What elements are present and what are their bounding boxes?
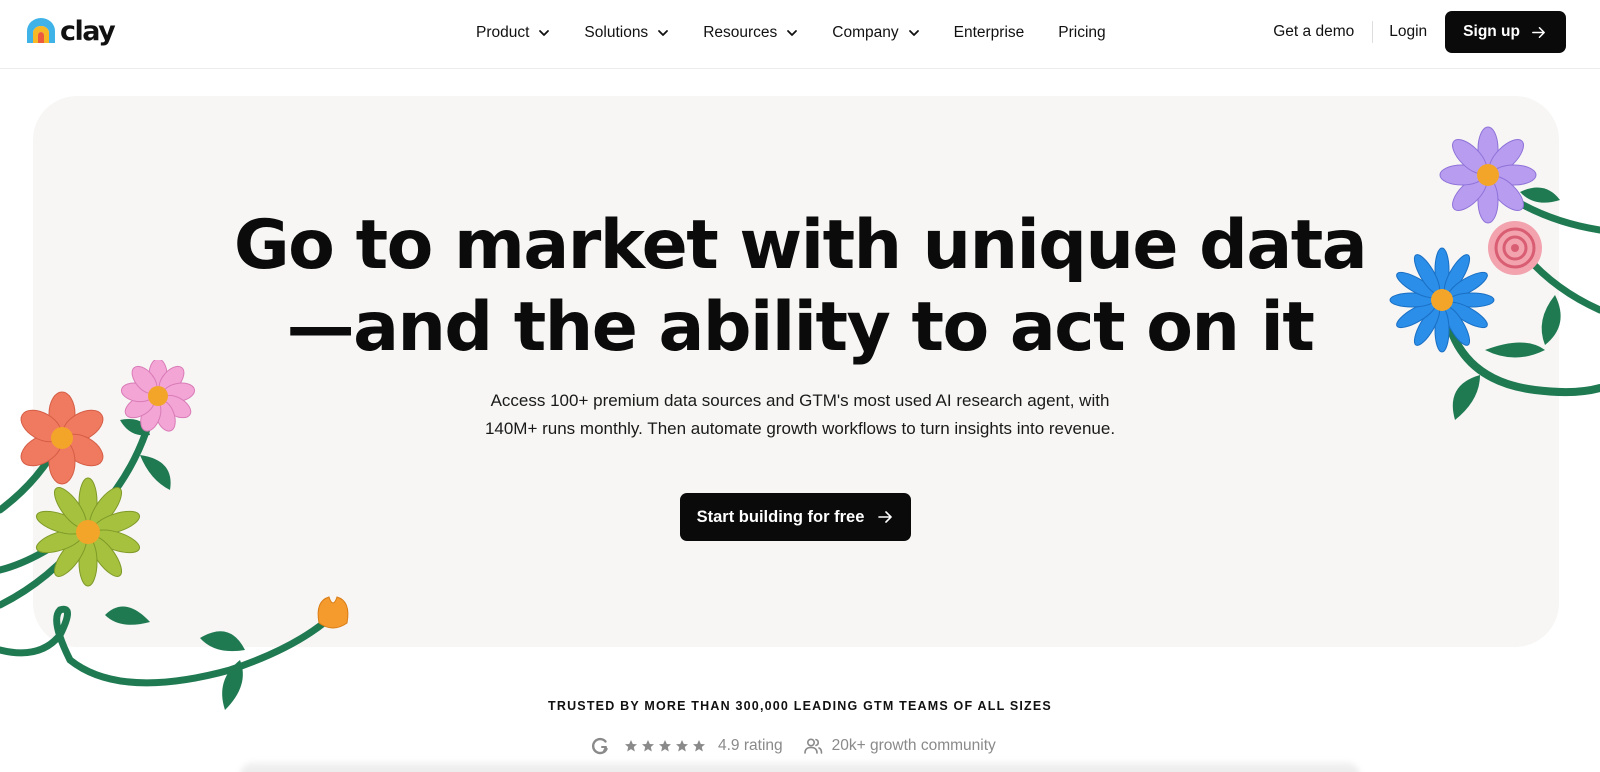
g2-logo-icon [591, 737, 608, 755]
arrow-right-icon [1532, 26, 1545, 38]
star-icon [642, 740, 654, 752]
people-icon [803, 738, 822, 754]
nav-item-product[interactable]: Product [476, 24, 550, 42]
star-icon [659, 740, 671, 752]
hero-subheadline: Access 100+ premium data sources and GTM… [484, 391, 1116, 438]
nav-item-enterprise[interactable]: Enterprise [954, 24, 1025, 42]
chevron-down-icon [658, 30, 669, 36]
arrow-right-icon [878, 511, 893, 523]
nav-item-label: Pricing [1058, 24, 1106, 41]
nav-item-company[interactable]: Company [832, 24, 919, 42]
clay-logo-icon [27, 18, 55, 43]
hero-headline-line-1: Go to market with unique data [233, 206, 1368, 285]
next-section-preview [240, 762, 1360, 772]
trusted-by-heading: TRUSTED BY MORE THAN 300,000 LEADING GTM… [548, 699, 1052, 713]
main-menu: Product Solutions Resources Company Ente… [476, 22, 1140, 44]
nav-item-resources[interactable]: Resources [703, 24, 798, 42]
hero-headline-line-2: —and the ability to act on it [286, 288, 1315, 367]
nav-item-label: Product [476, 24, 530, 41]
nav-item-label: Resources [703, 24, 778, 41]
social-proof-stats: 4.9 rating 20k+ growth community [590, 735, 996, 757]
login-link[interactable]: Login [1389, 23, 1427, 41]
star-icon [625, 740, 637, 752]
start-building-button-label: Start building for free [696, 507, 865, 526]
rating-text: 4.9 rating [718, 737, 783, 754]
signup-button[interactable]: Sign up [1445, 11, 1566, 53]
logo-wordmark: clay [60, 15, 116, 47]
nav-item-label: Solutions [584, 24, 649, 41]
nav-item-label: Company [832, 24, 899, 41]
hero-headline: Go to market with unique data —and the a… [0, 205, 1600, 369]
signup-button-label: Sign up [1463, 23, 1520, 40]
star-icon [693, 740, 705, 752]
nav-actions: Get a demo Login Sign up [1273, 11, 1566, 53]
chevron-down-icon [908, 30, 919, 36]
chevron-down-icon [539, 30, 550, 36]
nav-item-solutions[interactable]: Solutions [584, 24, 669, 42]
chevron-down-icon [787, 30, 798, 36]
nav-item-label: Enterprise [953, 24, 1025, 41]
star-rating [624, 739, 706, 753]
top-nav: clay Product Solutions Resources Company… [0, 0, 1600, 69]
hero-panel [33, 96, 1559, 647]
community-text: 20k+ growth community [831, 737, 996, 754]
nav-item-pricing[interactable]: Pricing [1058, 24, 1105, 42]
get-demo-link[interactable]: Get a demo [1273, 23, 1354, 41]
clay-logo[interactable]: clay [25, 15, 116, 47]
star-icon [676, 740, 688, 752]
start-building-button[interactable]: Start building for free [680, 493, 911, 541]
nav-divider [1372, 21, 1374, 43]
